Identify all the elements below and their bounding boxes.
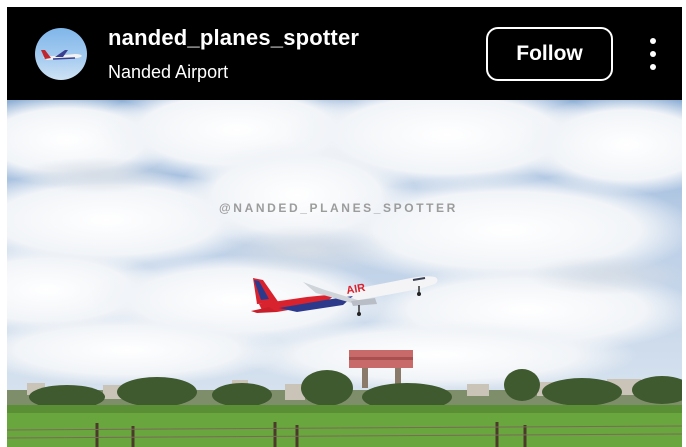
more-vertical-icon-dot — [650, 64, 656, 70]
photo-watermark: @NANDED_PLANES_SPOTTER — [219, 201, 458, 215]
more-vertical-icon — [650, 38, 656, 44]
aircraft-takeoff-image: AIR — [7, 100, 682, 447]
more-options-button[interactable] — [639, 34, 667, 74]
follow-button[interactable]: Follow — [486, 27, 613, 81]
profile-avatar[interactable] — [35, 28, 87, 80]
airplane-avatar-icon — [41, 50, 82, 60]
post-header: nanded_planes_spotter Nanded Airport Fol… — [7, 7, 682, 100]
post-card: nanded_planes_spotter Nanded Airport Fol… — [7, 7, 682, 447]
post-username[interactable]: nanded_planes_spotter — [108, 25, 359, 51]
more-vertical-icon-dot — [650, 51, 656, 57]
post-photo[interactable]: AIR @NANDED_PLANES_SPOTTER — [7, 100, 682, 447]
post-location[interactable]: Nanded Airport — [108, 62, 228, 83]
